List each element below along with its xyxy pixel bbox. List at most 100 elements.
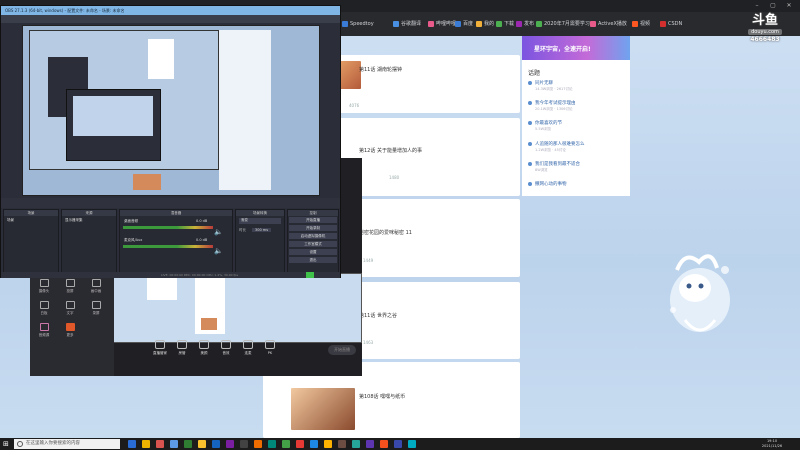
promo-banner[interactable]: 星环宇宙，全速开启! [522,36,630,60]
scenes-dock: 场景 场景 [3,209,59,273]
mixer-level: 0.0 dB [196,238,208,242]
tool-label: 音效 [222,351,230,355]
app-icon[interactable] [380,440,388,448]
app-icon[interactable] [394,440,402,448]
wechat-icon[interactable] [282,440,290,448]
speaker-icon[interactable]: 🔈 [214,247,223,255]
chrome-icon[interactable] [198,440,206,448]
scene-item[interactable]: 场景 [4,216,58,225]
speaker-icon[interactable]: 🔈 [214,228,223,236]
transitions-dock: 场景转换 渐变 时长 300 ms [235,209,285,273]
bookmark-item[interactable]: 下载 [496,20,514,28]
start-live-button[interactable]: 开始直播 [328,345,356,355]
tool-label: 投屏 [66,289,74,293]
topic-item[interactable]: 人追随的那人很难要怎么 [528,141,585,147]
maximize-icon[interactable]: ▢ [768,2,778,10]
taskview-icon[interactable] [128,440,136,448]
bottom-tool[interactable]: PK [260,340,280,355]
tool-audio[interactable]: 音频源 [33,323,55,338]
bottom-tool[interactable]: 音效 [216,340,236,356]
windows-start-icon[interactable]: ⊞ [3,440,9,448]
app-icon[interactable] [338,440,346,448]
bottom-tool[interactable]: 直播管家 [150,340,170,356]
virtual-camera-button[interactable]: 启动虚拟摄像机 [289,233,337,239]
bookmark-item[interactable]: ActiveX播放 [590,20,627,28]
record-icon [91,301,101,309]
app-icon[interactable] [310,440,318,448]
app-icon[interactable] [352,440,360,448]
explorer-icon[interactable] [142,440,150,448]
obs-preview[interactable] [22,25,320,196]
app-icon[interactable] [254,440,262,448]
topic-item[interactable]: 撒网心动的事物 [528,181,567,187]
app-icon[interactable] [170,440,178,448]
topic-item[interactable]: 我今年考试提示理由 [528,100,576,106]
bookmark-item[interactable]: 谷歌翻译 [393,20,421,28]
taskbar-search-input[interactable]: 在这里输入你要搜索的内容 [14,439,120,449]
tool-record[interactable]: 录屏 [85,301,107,316]
tool-label: 画中画 [90,289,102,293]
mic-link-icon [243,340,253,349]
tool-cast[interactable]: 投屏 [59,279,81,294]
tool-pip[interactable]: 画中画 [85,279,107,294]
feed-title[interactable]: 秘密花园的爱咪秘密 11 [359,229,412,236]
nested-thumbnail [133,174,161,190]
tool-label: 音频源 [38,333,50,337]
app-icon[interactable] [408,440,416,448]
bookmark-item[interactable]: CSDN [660,20,682,28]
start-recording-button[interactable]: 开始录制 [289,225,337,231]
app-icon[interactable] [268,440,276,448]
tool-camera[interactable]: 摄像头 [33,279,55,294]
settings-button[interactable]: 设置 [289,249,337,255]
topic-item[interactable]: 同片无聊 [528,80,553,86]
minimize-icon[interactable]: – [752,2,762,10]
bottom-tool[interactable]: 房管 [172,340,192,356]
bottom-tool[interactable]: 连麦 [238,340,258,356]
transition-select[interactable]: 渐变 [239,218,281,224]
app-icon[interactable] [296,440,304,448]
bookmark-item[interactable]: 哔哩哔哩 [428,20,456,28]
duration-input[interactable]: 300 ms [252,228,272,232]
tool-label: 直播管家 [153,351,167,355]
app-icon[interactable] [226,440,234,448]
obs-footer: LIVE: 00:00:00 REC: 00:00:00 CPU: 1.4%, … [1,272,340,278]
app-icon[interactable] [324,440,332,448]
taskbar: ⊞ 在这里输入你要搜索的内容 19:10 2021/11/26 [0,438,800,450]
pip-icon [91,279,101,287]
feed-title[interactable]: 第12话 关于能量增加人的事 [359,147,422,154]
close-icon[interactable]: ✕ [784,2,794,10]
app-icon[interactable] [366,440,374,448]
bookmark-item[interactable]: 2020年7月需要学习 [536,20,590,28]
source-item[interactable]: 显示器采集 [62,216,116,225]
logo-domain: douyu.com [748,29,782,35]
bookmark-item[interactable]: 我的 [476,20,494,28]
clock-date: 2021/11/26 [761,444,783,448]
tool-whiteboard[interactable]: 白板 [33,301,55,316]
studio-mode-button[interactable]: 工作室模式 [289,241,337,247]
tool-label: PK [267,351,273,355]
bookmark-item[interactable]: Speedtoy [342,20,374,28]
bottom-tool[interactable]: 美颜 [194,340,214,356]
tool-more[interactable]: 更多 [59,323,81,338]
app-icon[interactable] [156,440,164,448]
feed-title[interactable]: 第11话 世界之谷 [359,312,397,319]
topic-item[interactable]: 你最喜欢的节 [528,120,562,126]
obs-titlebar[interactable]: OBS 27.1.3 (64-bit, windows) - 配置文件: 未命名… [1,6,340,15]
app-icon[interactable] [184,440,192,448]
tool-text[interactable]: 文字 [59,301,81,316]
start-streaming-button[interactable]: 开始直播 [289,217,337,223]
topic-item[interactable]: 我们是我看到最不适合 [528,161,580,167]
bookmark-item[interactable]: 视频 [632,20,650,28]
feed-meta: 1449 [363,258,374,263]
dock-header: 混音器 [120,210,232,216]
app-icon[interactable] [212,440,220,448]
bookmark-item[interactable]: 发布 [516,20,534,28]
exit-button[interactable]: 退出 [289,257,337,263]
feed-title[interactable]: 第11话 湖南轮摆钟 [359,66,402,73]
video-thumbnail[interactable] [291,388,355,430]
obs-icon[interactable] [240,440,248,448]
feed-title[interactable]: 第108话 嘿嘿与纸币 [359,393,405,400]
preview-window [147,278,177,300]
system-clock[interactable]: 19:10 2021/11/26 [752,439,792,449]
bookmark-item[interactable]: 百度 [455,20,473,28]
